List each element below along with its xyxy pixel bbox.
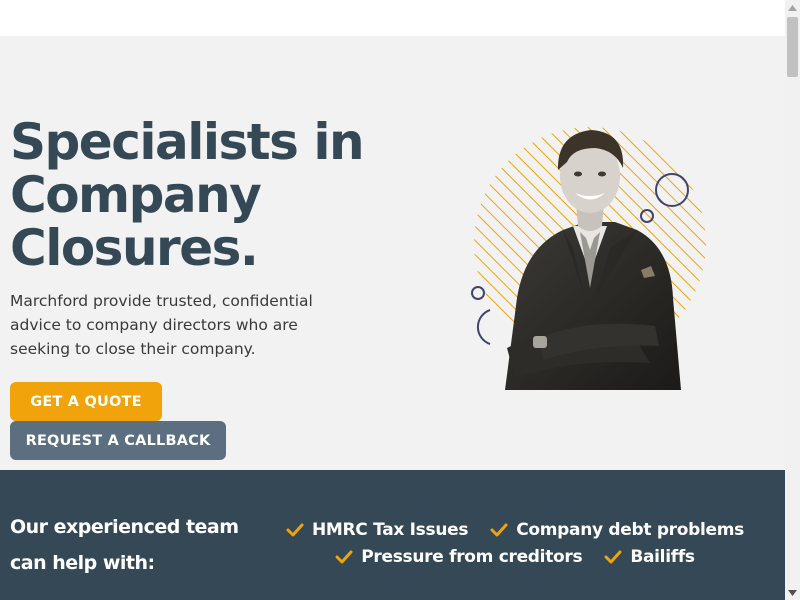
service-label: Bailiffs (630, 546, 695, 567)
services-row-1: HMRC Tax Issues Company debt problems (270, 516, 760, 543)
service-label: Company debt problems (516, 519, 745, 540)
services-heading-line-1: Our experienced team (10, 516, 239, 538)
service-item-debt: Company debt problems (490, 520, 744, 540)
request-callback-button[interactable]: REQUEST A CALLBACK (10, 421, 226, 460)
scrollbar-thumb[interactable] (787, 17, 798, 77)
service-label: Pressure from creditors (361, 546, 583, 567)
service-item-bailiffs: Bailiffs (604, 546, 695, 567)
hero-lead-text: Marchford provide trusted, confidential … (10, 292, 313, 358)
service-item-creditors: Pressure from creditors (335, 546, 583, 567)
hero-section: Specialists in Company Closures. Marchfo… (0, 36, 785, 470)
get-quote-button[interactable]: GET A QUOTE (10, 382, 162, 421)
services-heading: Our experienced team can help with: (10, 509, 250, 581)
arrow-up-icon[interactable] (785, 0, 800, 15)
check-icon (604, 550, 622, 563)
check-icon (490, 523, 508, 536)
services-list: HMRC Tax Issues Company debt problems Pr… (270, 516, 760, 570)
headline-line-2: Company (10, 166, 262, 224)
headline-line-3: Closures. (10, 219, 259, 277)
services-heading-line-2: can help with: (10, 552, 155, 574)
hero-portrait-image (471, 127, 706, 390)
page-scrollbar[interactable] (785, 0, 800, 600)
hero-headline: Specialists in Company Closures. (10, 116, 390, 275)
service-item-hmrc: HMRC Tax Issues (286, 520, 468, 540)
headline-line-1: Specialists in (10, 113, 365, 171)
ring-decoration-left-small (471, 286, 485, 300)
top-header (0, 0, 785, 36)
services-band: Our experienced team can help with: HMRC… (0, 470, 785, 600)
check-icon (335, 550, 353, 563)
ring-decoration-left-arc (476, 309, 491, 345)
service-label: HMRC Tax Issues (311, 519, 469, 540)
arrow-down-icon[interactable] (785, 585, 800, 600)
services-row-2: Pressure from creditors Bailiffs (270, 543, 760, 570)
check-icon (286, 523, 304, 536)
